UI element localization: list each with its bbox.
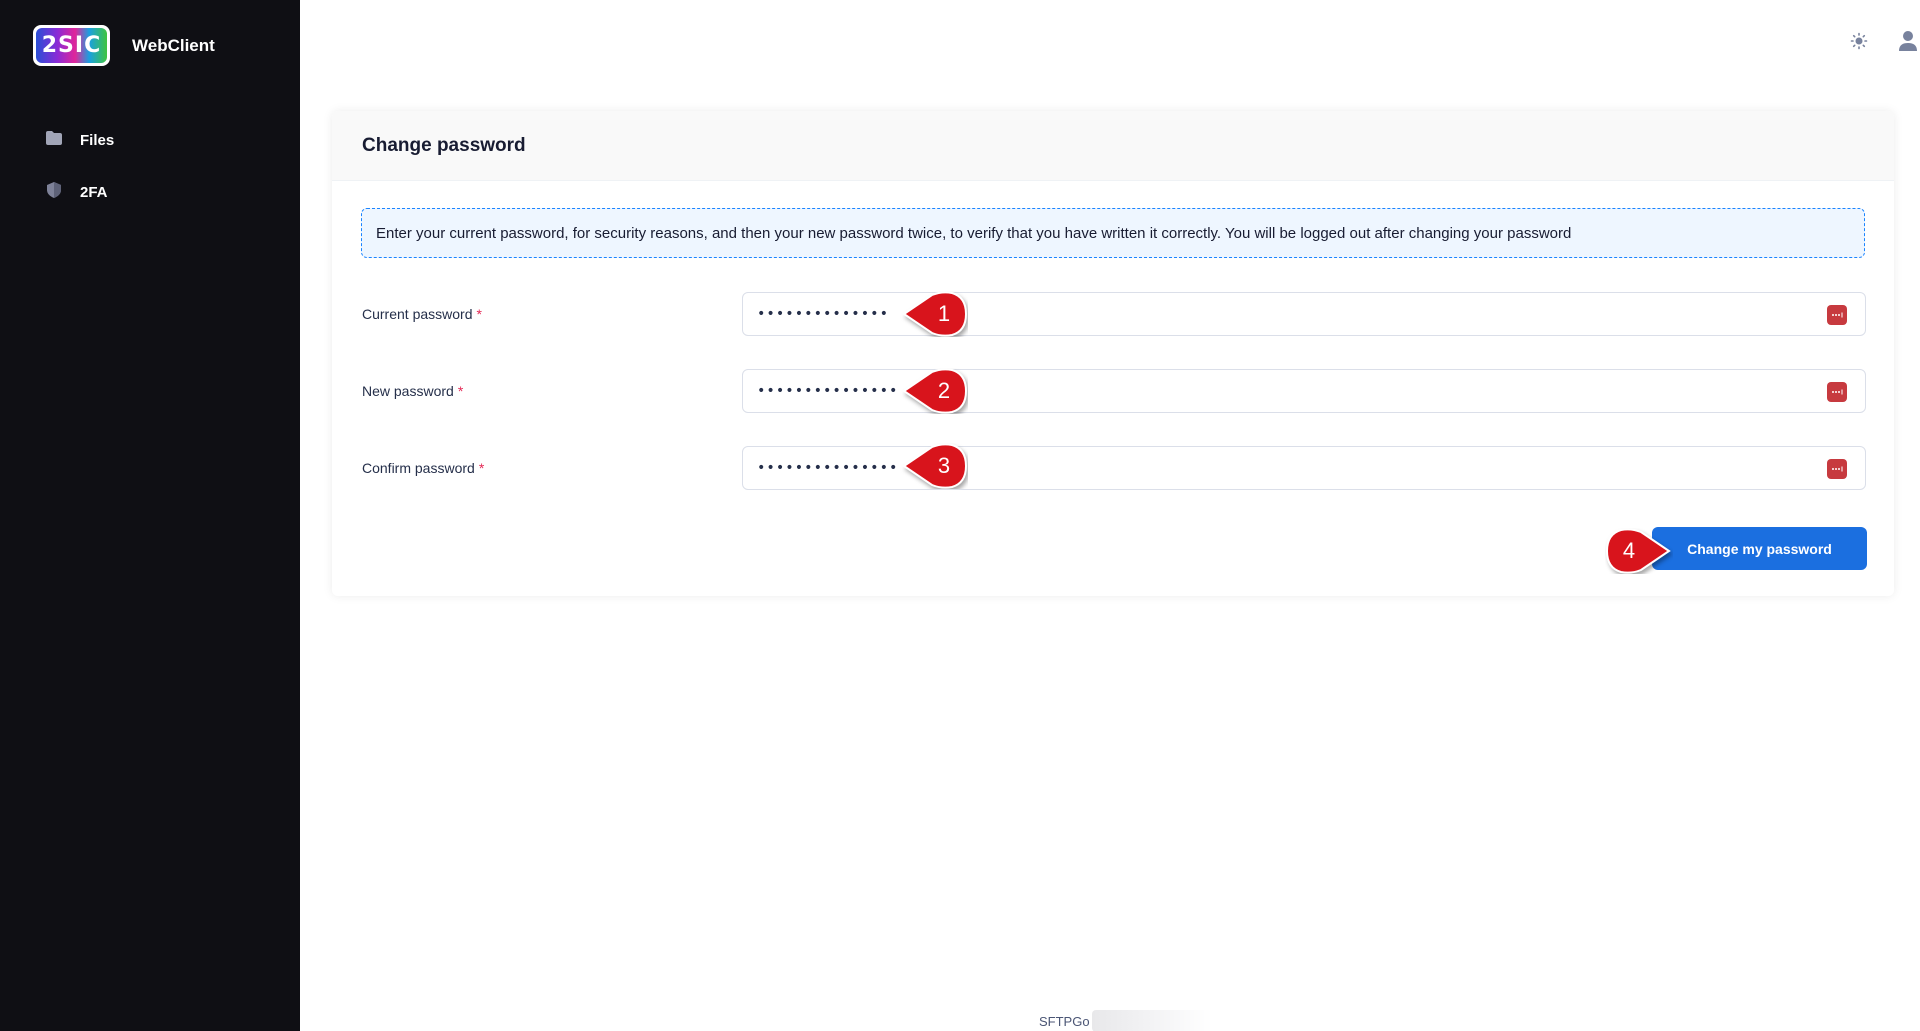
sidebar: 2SIC WebClient Files 2FA [0,0,300,1031]
callout-marker-2: 2 [900,368,968,414]
brand[interactable]: 2SIC WebClient [33,25,215,66]
sun-icon [1850,32,1868,55]
confirm-password-row: Confirm password * [362,446,1867,490]
sidebar-nav: Files 2FA [45,128,114,232]
required-marker: * [478,460,485,476]
footer: SFTPGo [1039,1010,1212,1031]
sidebar-item-2fa[interactable]: 2FA [45,180,114,204]
sidebar-item-files[interactable]: Files [45,128,114,152]
brand-logo: 2SIC [33,25,110,66]
user-icon [1898,30,1918,57]
current-password-row: Current password * [362,292,1867,336]
card-header: Change password [332,111,1894,181]
brand-name: WebClient [132,35,215,55]
password-manager-icon[interactable] [1827,305,1847,325]
change-password-card: Change password Enter your current passw… [332,111,1894,596]
callout-number: 3 [937,453,951,478]
redacted-version [1091,1010,1212,1031]
callout-number: 4 [1622,538,1636,563]
folder-icon [45,129,63,152]
callout-marker-4: 4 [1605,528,1673,574]
user-menu-button[interactable] [1897,30,1919,57]
new-password-label: New password * [362,383,464,399]
callout-number: 1 [937,301,951,326]
password-manager-icon[interactable] [1827,459,1847,479]
new-password-input[interactable] [757,370,1657,412]
callout-number: 2 [937,378,951,403]
brand-logo-text: 2SIC [36,28,107,63]
sidebar-item-label: 2FA [80,183,108,201]
current-password-input[interactable] [757,293,1657,335]
theme-toggle-button[interactable] [1848,32,1870,54]
shield-icon [45,181,63,204]
sidebar-item-label: Files [80,131,115,149]
page-title: Change password [362,134,526,156]
required-marker: * [457,383,464,399]
password-manager-icon[interactable] [1827,382,1847,402]
callout-marker-3: 3 [900,443,968,489]
confirm-password-label: Confirm password * [362,460,485,476]
callout-marker-1: 1 [900,291,968,337]
footer-text: SFTPGo [1039,1013,1090,1029]
info-notice: Enter your current password, for securit… [361,208,1865,258]
change-password-button[interactable]: Change my password [1652,527,1867,570]
current-password-label: Current password * [362,306,482,322]
confirm-password-input[interactable] [757,447,1657,489]
required-marker: * [476,306,482,322]
new-password-row: New password * [362,369,1867,413]
